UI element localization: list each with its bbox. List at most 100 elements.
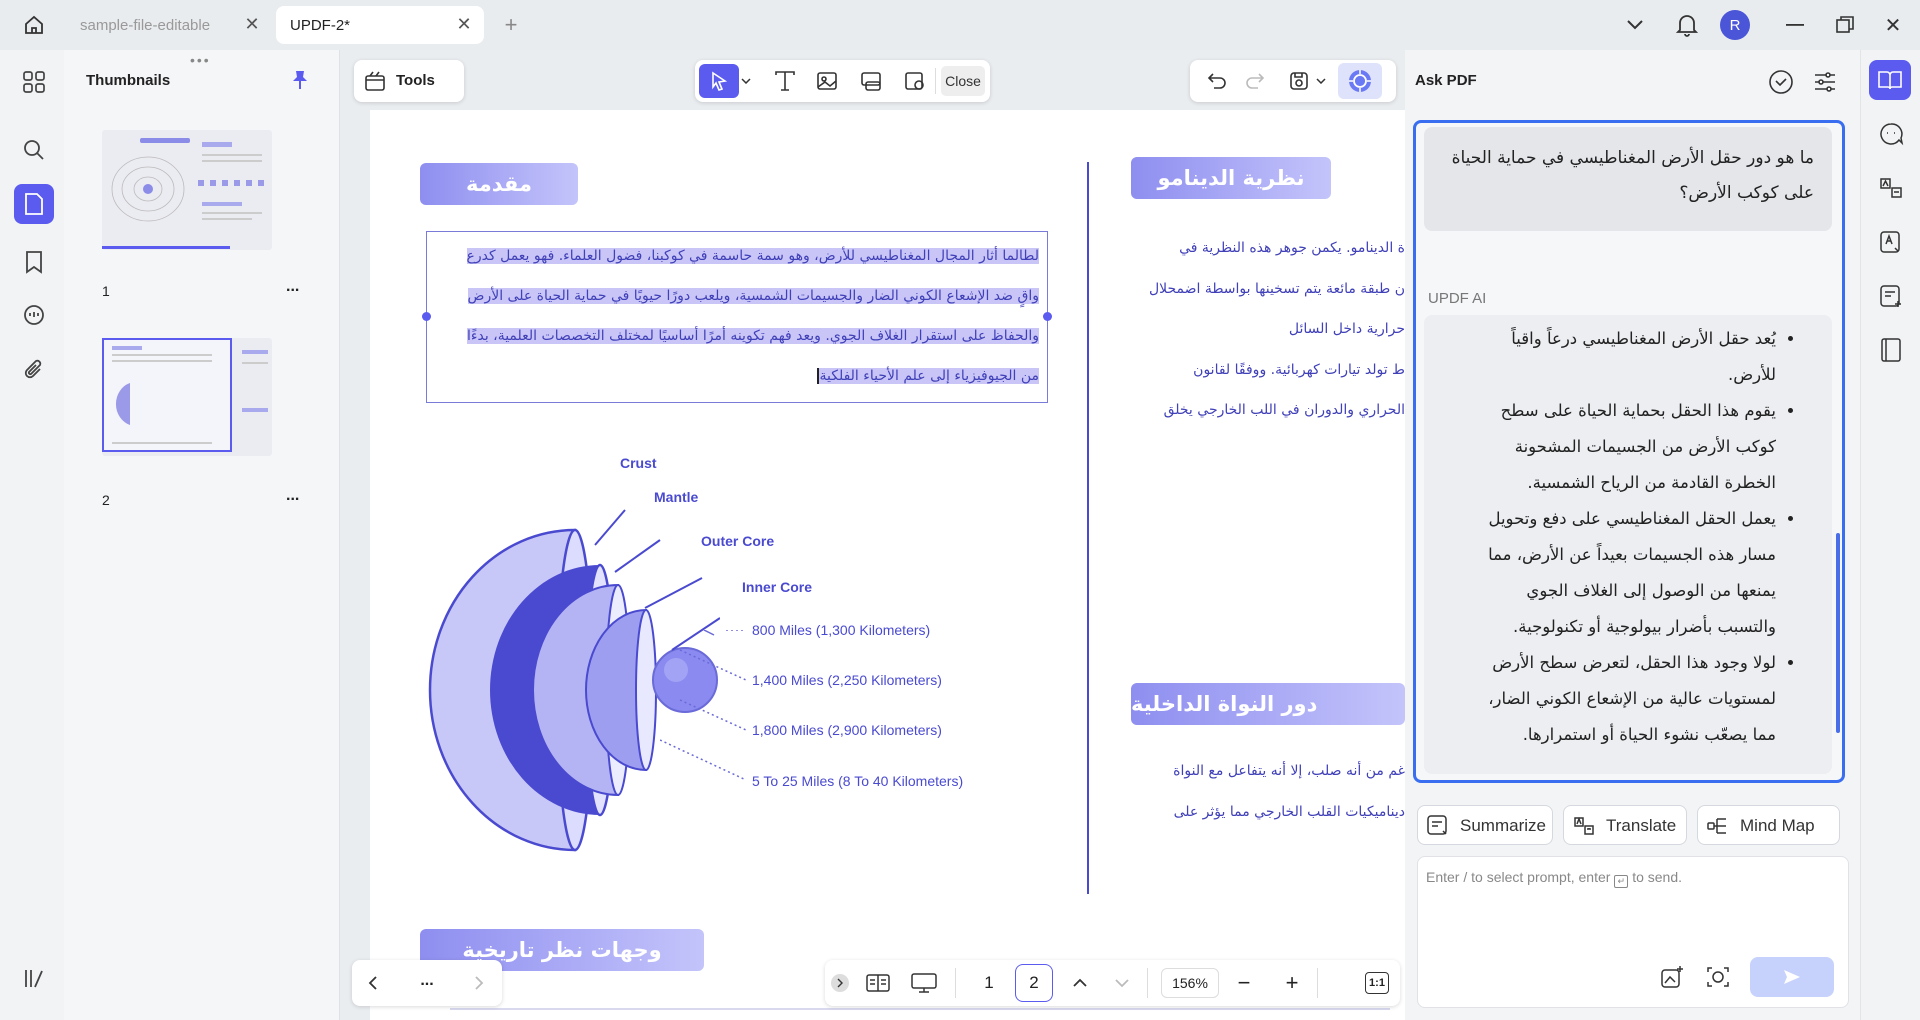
- summarize-button[interactable]: Summarize: [1417, 805, 1553, 845]
- search-icon[interactable]: [16, 132, 52, 168]
- page-layout-icon[interactable]: [863, 968, 893, 998]
- bell-icon[interactable]: [1672, 10, 1702, 40]
- image-upload-icon[interactable]: [1656, 961, 1688, 993]
- translate-button[interactable]: Translate: [1563, 805, 1687, 845]
- page-thumbnail-1[interactable]: [102, 130, 272, 250]
- summarize-icon[interactable]: [1873, 278, 1909, 314]
- more-icon[interactable]: ...: [286, 487, 299, 505]
- layer-label-inner-core: Inner Core: [742, 579, 813, 595]
- section-heading-inner-core[interactable]: دور النواة الداخلية: [1131, 683, 1405, 725]
- close-window-icon[interactable]: ✕: [1878, 12, 1908, 38]
- close-icon[interactable]: ✕: [454, 14, 474, 35]
- ai-assistant-icon[interactable]: [1338, 63, 1382, 99]
- chevron-up-icon[interactable]: [1065, 968, 1095, 998]
- text-block-intro[interactable]: لطالما أثار المجال المغناطيسي للأرض، وهو…: [422, 231, 1052, 403]
- chevron-right-icon[interactable]: [831, 974, 849, 992]
- placeholder-text: to send.: [1632, 869, 1683, 885]
- mind-map-label: Mind Map: [1740, 816, 1815, 835]
- screenshot-icon[interactable]: [1702, 961, 1734, 993]
- title-bar: sample-file-editable ✕ UPDF-2* ✕ + R ✕: [0, 0, 1920, 50]
- history-icon[interactable]: [1765, 66, 1797, 98]
- section-heading-dynamo[interactable]: نظرية الدينامو: [1131, 157, 1331, 199]
- minimize-icon[interactable]: [1780, 12, 1810, 38]
- image-tool-icon[interactable]: [811, 66, 843, 96]
- restore-icon[interactable]: [1830, 12, 1860, 38]
- translate-icon[interactable]: [1873, 170, 1909, 206]
- chat-scrollbar[interactable]: [1836, 533, 1840, 733]
- zoom-level[interactable]: 156%: [1161, 968, 1219, 998]
- tab-label: sample-file-editable: [80, 17, 211, 34]
- section-heading-intro[interactable]: مقدمة: [420, 163, 578, 205]
- edit-toolbar: Close: [695, 60, 990, 102]
- core-line: ديناميكيات القلب الخارجي مما يؤثر على: [1173, 803, 1405, 820]
- chevron-down-icon[interactable]: [1107, 968, 1137, 998]
- send-button[interactable]: [1750, 957, 1834, 997]
- actual-size-icon[interactable]: 1:1: [1365, 972, 1389, 994]
- text-tool-icon[interactable]: [769, 66, 801, 96]
- prompt-input[interactable]: Enter / to select prompt, enter ↵ to sen…: [1417, 856, 1849, 1008]
- zoom-in-icon[interactable]: +: [1277, 968, 1307, 998]
- intro-line: لطالما أثار المجال المغناطيسي للأرض، وهو…: [466, 248, 1039, 264]
- zoom-out-icon[interactable]: −: [1229, 968, 1259, 998]
- stamp-tool-icon[interactable]: [899, 66, 931, 96]
- pin-icon[interactable]: [288, 68, 312, 92]
- dynamo-line: ن طبقة مائعة يتم تسخينها بواسطة اضمحلال: [1148, 280, 1405, 297]
- dynamo-line: ة الدينامو. يكمن جوهر هذه النظرية في: [1179, 240, 1405, 256]
- intro-line: من الجيوفيزياء إلى علم الأحياء الفلكية: [817, 368, 1039, 384]
- bookmark-icon[interactable]: [16, 244, 52, 280]
- chevron-right-icon[interactable]: [464, 968, 494, 998]
- new-tab-icon[interactable]: +: [496, 12, 526, 38]
- attachment-icon[interactable]: [16, 352, 52, 388]
- chevron-down-icon[interactable]: [1620, 12, 1650, 38]
- more-icon[interactable]: ...: [412, 966, 442, 996]
- select-tool-icon[interactable]: [699, 64, 739, 98]
- nav-pill: ...: [352, 960, 502, 1006]
- save-icon[interactable]: [1284, 66, 1314, 96]
- placeholder-text: Enter / to select prompt, enter: [1426, 869, 1611, 885]
- panel-title: Thumbnails: [86, 72, 171, 89]
- presentation-icon[interactable]: [909, 968, 939, 998]
- thumbnails-panel: ••• Thumbnails 1 ... 2 ...: [64, 50, 340, 1020]
- explain-icon[interactable]: [1873, 224, 1909, 260]
- more-icon[interactable]: ...: [286, 278, 299, 296]
- distance-label: 1,800 Miles (2,900 Kilometers): [752, 722, 942, 738]
- column-divider: [1087, 162, 1089, 894]
- sidebar-toggle-icon[interactable]: [16, 960, 52, 996]
- document-viewer: مقدمة لطالما أثار المجال المغناطيسي للأر…: [340, 50, 1405, 1020]
- pages-icon[interactable]: [14, 184, 54, 224]
- redo-icon[interactable]: [1240, 66, 1270, 96]
- drag-handle-icon[interactable]: •••: [190, 52, 211, 68]
- close-icon[interactable]: ✕: [242, 14, 262, 35]
- dynamo-paragraph[interactable]: ة الدينامو. يكمن جوهر هذه النظرية في ن ط…: [1130, 228, 1405, 431]
- link-tool-icon[interactable]: [855, 66, 887, 96]
- prev-page-number[interactable]: 1: [973, 966, 1005, 1000]
- right-rail: [1860, 50, 1920, 1020]
- settings-sliders-icon[interactable]: [1809, 66, 1841, 98]
- home-icon[interactable]: [18, 10, 50, 40]
- chevron-left-icon[interactable]: [358, 968, 388, 998]
- chat-area[interactable]: ما هو دور حقل الأرض المغناطيسي في حماية …: [1413, 120, 1845, 783]
- chat-ai-icon[interactable]: [1873, 116, 1909, 152]
- tab-sample-file-editable[interactable]: sample-file-editable ✕: [66, 6, 272, 44]
- grid-icon[interactable]: [16, 64, 52, 100]
- ai-book-icon[interactable]: [1869, 60, 1911, 100]
- undo-icon[interactable]: [1202, 66, 1232, 96]
- tab-updf-2[interactable]: UPDF-2* ✕: [276, 6, 484, 44]
- core-line: غم من أنه صلب، إلا أنه يتفاعل مع النواة: [1173, 763, 1405, 779]
- ai-answer: يُعد حقل الأرض المغناطيسي درعاً واقياً ل…: [1424, 315, 1832, 774]
- core-paragraph[interactable]: غم من أنه صلب، إلا أنه يتفاعل مع النواة …: [1130, 751, 1405, 832]
- panel-title: Ask PDF: [1415, 72, 1477, 89]
- intro-line: واقٍ ضد الإشعاع الكوني الضار والجسيمات ا…: [467, 288, 1039, 304]
- tools-button[interactable]: Tools: [354, 60, 464, 102]
- chevron-down-icon[interactable]: [739, 74, 753, 88]
- close-edit-button[interactable]: Close: [941, 66, 985, 96]
- mind-map-button[interactable]: Mind Map: [1697, 805, 1840, 845]
- chevron-down-icon[interactable]: [1314, 74, 1328, 88]
- page-thumbnail-2[interactable]: [102, 338, 272, 456]
- layer-label-mantle: Mantle: [654, 489, 699, 505]
- current-page-input[interactable]: 2: [1015, 964, 1053, 1002]
- answer-bullet: لولا وجود هذا الحقل، لتعرض سطح الأرض لمس…: [1472, 645, 1776, 753]
- comment-icon[interactable]: [16, 298, 52, 334]
- avatar[interactable]: R: [1720, 10, 1750, 40]
- notebook-icon[interactable]: [1873, 332, 1909, 368]
